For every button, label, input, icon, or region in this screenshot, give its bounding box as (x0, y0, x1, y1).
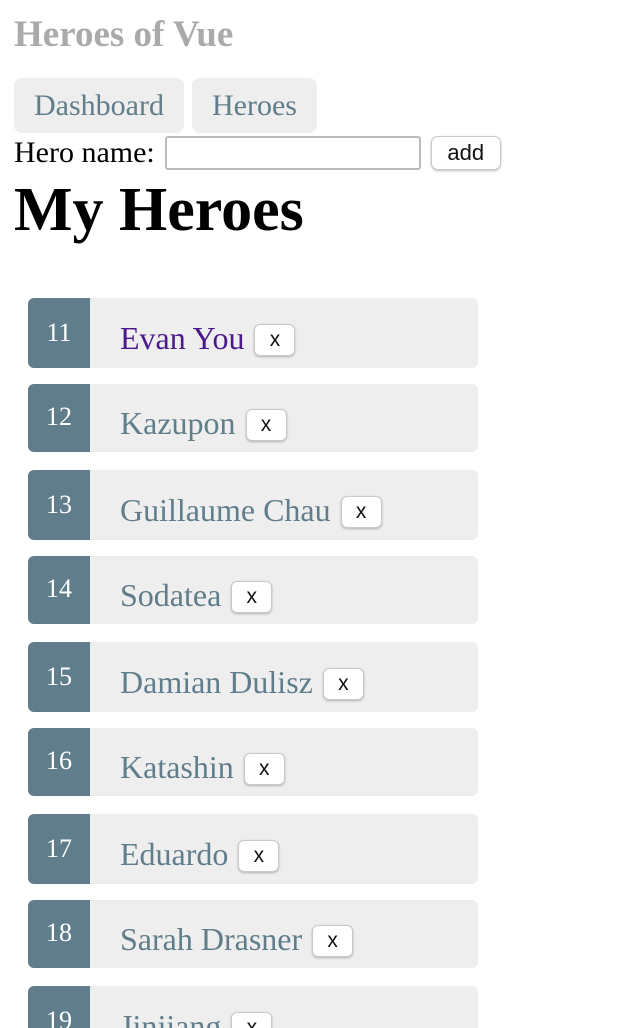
delete-hero-button[interactable]: x (238, 839, 280, 872)
hero-list-item[interactable]: 12 Kazupon x (28, 384, 478, 452)
hero-id-badge: 14 (28, 556, 90, 624)
hero-name[interactable]: Jinjiang (120, 1008, 221, 1028)
hero-id-badge: 16 (28, 728, 90, 796)
delete-hero-button[interactable]: x (254, 323, 296, 356)
hero-name[interactable]: Kazupon (120, 405, 236, 442)
delete-hero-button[interactable]: x (231, 1011, 273, 1028)
hero-row-body: Katashin x (120, 728, 285, 796)
hero-id-badge: 12 (28, 384, 90, 452)
hero-id-badge: 11 (28, 298, 90, 368)
hero-id-badge: 18 (28, 900, 90, 968)
hero-id-badge: 19 (28, 986, 90, 1028)
delete-hero-button[interactable]: x (322, 667, 364, 700)
main-nav: Dashboard Heroes (14, 78, 317, 133)
delete-hero-button[interactable]: x (312, 924, 354, 957)
delete-hero-button[interactable]: x (231, 580, 273, 613)
hero-list-item[interactable]: 13 Guillaume Chau x (28, 470, 478, 540)
hero-list-item[interactable]: 17 Eduardo x (28, 814, 478, 884)
app-title: Heroes of Vue (14, 14, 234, 55)
add-hero-button[interactable]: add (430, 136, 501, 170)
hero-row-body: Kazupon x (120, 384, 287, 452)
hero-id-badge: 17 (28, 814, 90, 884)
delete-hero-button[interactable]: x (340, 495, 382, 528)
nav-heroes-link[interactable]: Heroes (191, 78, 317, 133)
hero-row-body: Sodatea x (120, 556, 273, 624)
hero-list-item[interactable]: 16 Katashin x (28, 728, 478, 796)
hero-list-item[interactable]: 14 Sodatea x (28, 556, 478, 624)
hero-row-body: Sarah Drasner x (120, 900, 354, 968)
hero-name-label: Hero name: (14, 136, 155, 169)
add-hero-form: Hero name: add (14, 135, 501, 171)
nav-dashboard-link[interactable]: Dashboard (14, 78, 184, 133)
hero-list-item[interactable]: 18 Sarah Drasner x (28, 900, 478, 968)
hero-row-body: Eduardo x (120, 814, 280, 884)
delete-hero-button[interactable]: x (245, 408, 287, 441)
hero-name[interactable]: Sarah Drasner (120, 921, 302, 958)
hero-name[interactable]: Sodatea (120, 577, 221, 614)
hero-row-body: Jinjiang x (120, 986, 273, 1028)
hero-list: 11 Evan You x 12 Kazupon x 13 Guillaume … (28, 298, 478, 1028)
delete-hero-button[interactable]: x (243, 752, 285, 785)
hero-id-badge: 13 (28, 470, 90, 540)
hero-name[interactable]: Eduardo (120, 836, 228, 873)
hero-list-item[interactable]: 19 Jinjiang x (28, 986, 478, 1028)
hero-row-body: Guillaume Chau x (120, 470, 382, 540)
hero-name-input[interactable] (164, 136, 421, 170)
hero-list-item[interactable]: 15 Damian Dulisz x (28, 642, 478, 712)
hero-row-body: Evan You x (120, 298, 296, 368)
page-heading: My Heroes (14, 176, 304, 244)
hero-name[interactable]: Evan You (120, 320, 244, 357)
hero-name[interactable]: Damian Dulisz (120, 664, 313, 701)
hero-id-badge: 15 (28, 642, 90, 712)
hero-list-item[interactable]: 11 Evan You x (28, 298, 478, 368)
hero-row-body: Damian Dulisz x (120, 642, 364, 712)
hero-name[interactable]: Guillaume Chau (120, 492, 331, 529)
hero-name[interactable]: Katashin (120, 749, 234, 786)
